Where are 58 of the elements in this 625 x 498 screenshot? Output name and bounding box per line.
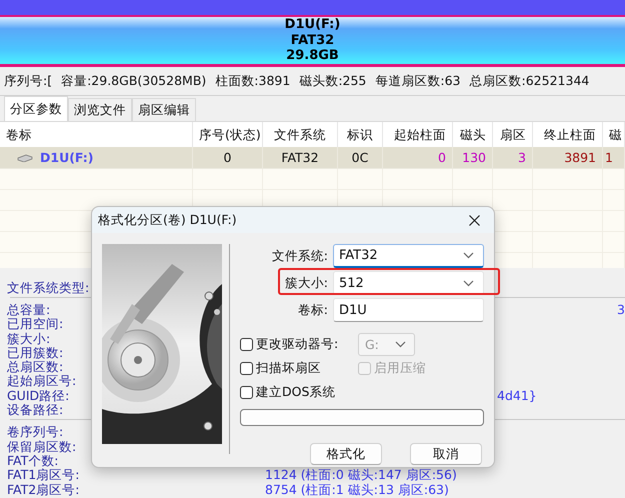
disk-info-text: 柱面数:3891 — [215, 72, 290, 90]
detail-label: FAT1扇区号: — [7, 468, 80, 483]
detail-value: 4d41} — [497, 388, 537, 403]
field-label: 簇大小: — [284, 274, 328, 292]
field-label: 文件系统: — [272, 248, 328, 264]
tab[interactable]: 扇区编辑 — [132, 98, 196, 121]
dialog-title: 格式化分区(卷) D1U(F:) — [98, 212, 237, 228]
checkbox[interactable]: 建立DOS系统 — [240, 384, 336, 400]
detail-label: 起始扇区号: — [7, 374, 76, 389]
partition-bar-text: D1U(F:) — [284, 17, 340, 33]
checkbox[interactable]: 扫描坏扇区 — [240, 360, 321, 376]
checkbox[interactable]: 更改驱动器号: — [240, 336, 338, 352]
detail-label: 已用簇数: — [7, 346, 64, 360]
dialog-button[interactable]: 格式化 — [310, 443, 382, 465]
tab[interactable]: 分区参数 — [4, 96, 68, 121]
disk-info-text: 总扇区数:62521344 — [470, 72, 590, 90]
table-cell: 3891 — [533, 147, 603, 168]
detail-label: FAT2扇区号: — [7, 482, 80, 497]
detail-value: 1124 (柱面:0 磁头:147 扇区:56) — [265, 467, 457, 482]
disk-info-text: 容量:29.8GB(30528MB) — [61, 72, 206, 90]
detail-label: FAT个数: — [7, 454, 58, 468]
detail-label: 总容量: — [7, 303, 50, 318]
disk-info-text: 序列号:[ — [4, 72, 52, 90]
partition-row[interactable]: D1U(F:) 0 FAT32 0C 0 130 3 3891 1 — [0, 147, 625, 169]
chevron-down-icon — [463, 252, 474, 259]
dialog-button[interactable]: 取消 — [410, 443, 482, 465]
table-cell: 0 — [383, 147, 453, 168]
detail-label: 保留扇区数: — [7, 440, 76, 454]
table-cell: 0 — [193, 147, 263, 168]
table-cell-text: D1U(F:) — [40, 149, 94, 167]
table-cell: FAT32 — [263, 147, 338, 168]
disk-info-text: 每道扇区数:63 — [375, 72, 461, 90]
tab[interactable]: 浏览文件 — [68, 98, 132, 121]
detail-value: 8754 (柱面:1 磁头:13 扇区:63) — [265, 482, 449, 497]
close-icon[interactable] — [469, 214, 480, 226]
table-cell: 3 — [493, 147, 533, 168]
disk-partition-bar[interactable]: D1U(F:) FAT32 29.8GB — [0, 15, 625, 67]
chevron-down-icon — [395, 340, 406, 348]
detail-label: 设备路径: — [7, 403, 64, 418]
detail-value: 3 — [617, 302, 625, 317]
detail-label: 已用空间: — [7, 317, 64, 332]
table-cell: 1 — [603, 147, 625, 168]
detail-label: 卷序列号: — [7, 425, 64, 440]
table-cell: 0C — [338, 147, 383, 168]
input-field[interactable]: D1U — [333, 298, 484, 322]
detail-label: GUID路径: — [7, 388, 70, 404]
detail-label: 文件系统类型: — [7, 281, 90, 295]
detail-label: 总扇区数: — [7, 360, 64, 374]
drive-icon — [17, 154, 33, 162]
disk-info-text: 磁头数:255 — [299, 72, 366, 90]
table-cell: 130 — [453, 147, 493, 168]
partition-bar-text: FAT32 — [290, 32, 334, 48]
detail-label: 簇大小: — [7, 332, 50, 346]
dropdown[interactable]: FAT32 — [333, 244, 484, 268]
partition-bar-text: 29.8GB — [286, 48, 339, 64]
chevron-down-icon — [463, 280, 474, 286]
dropdown[interactable]: 512 — [333, 271, 484, 295]
field-label: 卷标: — [298, 302, 328, 318]
